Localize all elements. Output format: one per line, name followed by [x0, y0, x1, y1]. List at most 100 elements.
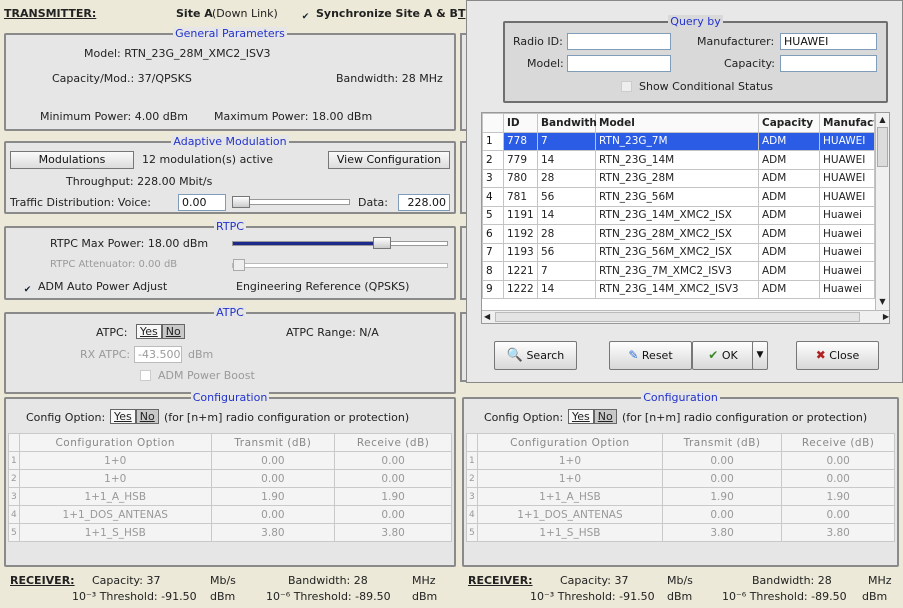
table-row[interactable]: 9 1222 14 RTN_23G_14M_XMC2_ISV3 ADM Huawei: [482, 279, 875, 299]
table-row[interactable]: 6 1192 28 RTN_23G_28M_XMC2_ISX ADM Huawei: [482, 224, 875, 244]
table-row[interactable]: 5 1+1_S_HSB 3.80 3.80: [8, 523, 452, 542]
col-header: Transmit (dB): [661, 433, 783, 452]
close-icon: ✖: [815, 348, 826, 362]
rtpc-max-power-slider[interactable]: [232, 237, 448, 249]
general-title: General Parameters: [173, 27, 287, 40]
search-button[interactable]: 🔍 Search: [494, 341, 577, 370]
receiver-thr6-left: 10⁻⁶ Threshold: -89.50: [266, 590, 391, 603]
horizontal-scrollbar[interactable]: ◀ ▶: [482, 310, 889, 323]
receiver-capacity-left: Capacity: 37: [92, 574, 161, 587]
h-scroll-thumb[interactable]: [495, 312, 860, 322]
config-no-left[interactable]: No: [135, 409, 159, 424]
ok-dropdown-button[interactable]: ▼: [752, 341, 768, 370]
traffic-voice-label: Traffic Distribution: Voice:: [10, 196, 151, 209]
search-icon: 🔍: [506, 348, 523, 363]
receiver-label-left: RECEIVER:: [10, 574, 75, 587]
col-header: Configuration Option: [19, 433, 212, 452]
col-header-model[interactable]: Model: [595, 113, 759, 133]
table-row[interactable]: 2 1+0 0.00 0.00: [8, 469, 452, 488]
table-row[interactable]: 8 1221 7 RTN_23G_7M_XMC2_ISV3 ADM Huawei: [482, 261, 875, 281]
throughput-text: Throughput: 228.00 Mbit/s: [66, 175, 213, 188]
rtpc-max-thumb[interactable]: [373, 237, 391, 249]
rtpc-title: RTPC: [214, 220, 246, 233]
query-title: Query by: [668, 15, 723, 28]
sync-label: Synchronize Site A & B: [316, 7, 458, 20]
scroll-right-icon[interactable]: ▶: [883, 311, 889, 323]
model-input[interactable]: [567, 55, 671, 72]
table-row[interactable]: 4 1+1_DOS_ANTENAS 0.00 0.00: [8, 505, 452, 524]
adaptive-title: Adaptive Modulation: [171, 135, 289, 148]
results-table-container: ID Bandwith Model Capacity Manufactur 17…: [481, 112, 890, 324]
modulations-button[interactable]: Modulations: [10, 151, 134, 169]
radio-id-input[interactable]: [567, 33, 671, 50]
rx-atpc-field[interactable]: -43.500: [134, 346, 182, 363]
atpc-yes-button[interactable]: Yes: [136, 324, 162, 339]
receiver-bandwidth-right: Bandwidth: 28: [752, 574, 832, 587]
manufacturer-input[interactable]: HUAWEI: [780, 33, 877, 50]
radio-id-label: Radio ID:: [513, 35, 563, 48]
traffic-slider[interactable]: [232, 196, 350, 208]
rx-atpc-unit: dBm: [188, 348, 214, 361]
rtpc-attenuator-thumb[interactable]: [233, 259, 245, 271]
atpc-range-text: ATPC Range: N/A: [286, 326, 379, 339]
config-yes-right[interactable]: Yes: [568, 409, 594, 424]
col-header-bandwith[interactable]: Bandwith: [537, 113, 597, 133]
view-configuration-button[interactable]: View Configuration: [328, 151, 450, 169]
table-row[interactable]: 2 779 14 RTN_23G_14M ADM HUAWEI: [482, 150, 875, 170]
site-suffix: (Down Link): [212, 7, 278, 20]
scroll-left-icon[interactable]: ◀: [484, 311, 490, 323]
model-text: Model: RTN_23G_28M_XMC2_ISV3: [84, 47, 271, 60]
reset-button[interactable]: ✎ Reset: [609, 341, 692, 370]
atpc-no-button[interactable]: No: [161, 324, 185, 339]
scroll-thumb[interactable]: [877, 127, 888, 167]
close-label: Close: [829, 349, 860, 362]
receiver-cap-unit-left: Mb/s: [210, 574, 236, 587]
data-field[interactable]: 228.00: [398, 194, 450, 211]
col-header: [482, 113, 504, 133]
table-row[interactable]: 7 1193 56 RTN_23G_56M_XMC2_ISX ADM Huawei: [482, 242, 875, 262]
adaptive-modulation-group: Adaptive Modulation Modulations 12 modul…: [4, 135, 456, 214]
model-label: Model:: [527, 57, 564, 70]
table-row[interactable]: 3 1+1_A_HSB 1.90 1.90: [8, 487, 452, 506]
table-row[interactable]: 4 781 56 RTN_23G_56M ADM HUAWEI: [482, 187, 875, 207]
table-row[interactable]: 3 1+1_A_HSB 1.90 1.90: [466, 487, 895, 506]
table-row[interactable]: 5 1191 14 RTN_23G_14M_XMC2_ISX ADM Huawei: [482, 205, 875, 225]
receiver-thr3-unit-right: dBm: [667, 590, 693, 603]
capacity-input[interactable]: [780, 55, 877, 72]
engineering-reference-text: Engineering Reference (QPSKS): [236, 280, 410, 293]
power-boost-checkbox[interactable]: [140, 369, 151, 382]
auto-adjust-label: ADM Auto Power Adjust: [38, 280, 168, 293]
sync-checkbox[interactable]: ✔: [300, 7, 311, 23]
results-table: ID Bandwith Model Capacity Manufactur 17…: [482, 113, 875, 299]
voice-field[interactable]: 0.00: [178, 194, 226, 211]
traffic-slider-thumb[interactable]: [232, 196, 250, 208]
col-header-manufacturer[interactable]: Manufactur: [819, 113, 875, 133]
rtpc-attenuator-slider[interactable]: [232, 259, 448, 271]
scroll-down-icon[interactable]: ▼: [877, 296, 888, 308]
receiver-thr6-unit-right: dBm: [862, 590, 888, 603]
col-header-id[interactable]: ID: [503, 113, 538, 133]
vertical-scrollbar[interactable]: ▲ ▼: [875, 113, 889, 311]
table-row[interactable]: 1 1+0 0.00 0.00: [8, 451, 452, 470]
close-button[interactable]: ✖ Close: [796, 341, 879, 370]
table-row[interactable]: 1 1+0 0.00 0.00: [466, 451, 895, 470]
scroll-up-icon[interactable]: ▲: [877, 114, 888, 126]
table-row[interactable]: 1 778 7 RTN_23G_7M ADM HUAWEI: [482, 131, 875, 151]
table-row[interactable]: 5 1+1_S_HSB 3.80 3.80: [466, 523, 895, 542]
bandwidth-text: Bandwidth: 28 MHz: [336, 72, 443, 85]
table-row[interactable]: 2 1+0 0.00 0.00: [466, 469, 895, 488]
checkbox-icon: [140, 370, 151, 381]
ok-button[interactable]: ✔ OK: [692, 341, 754, 370]
show-conditional-checkbox[interactable]: [621, 80, 632, 93]
col-header-capacity[interactable]: Capacity: [758, 113, 820, 133]
checkbox-icon: [621, 81, 632, 92]
atpc-title: ATPC: [214, 306, 246, 319]
config-no-right[interactable]: No: [593, 409, 617, 424]
receiver-capacity-right: Capacity: 37: [560, 574, 629, 587]
active-modulations-text: 12 modulation(s) active: [142, 153, 274, 166]
auto-adjust-checkbox[interactable]: ✔: [22, 280, 33, 296]
table-row[interactable]: 3 780 28 RTN_23G_28M ADM HUAWEI: [482, 168, 875, 188]
next-tab-label: T: [458, 7, 466, 20]
table-row[interactable]: 4 1+1_DOS_ANTENAS 0.00 0.00: [466, 505, 895, 524]
config-yes-left[interactable]: Yes: [110, 409, 136, 424]
